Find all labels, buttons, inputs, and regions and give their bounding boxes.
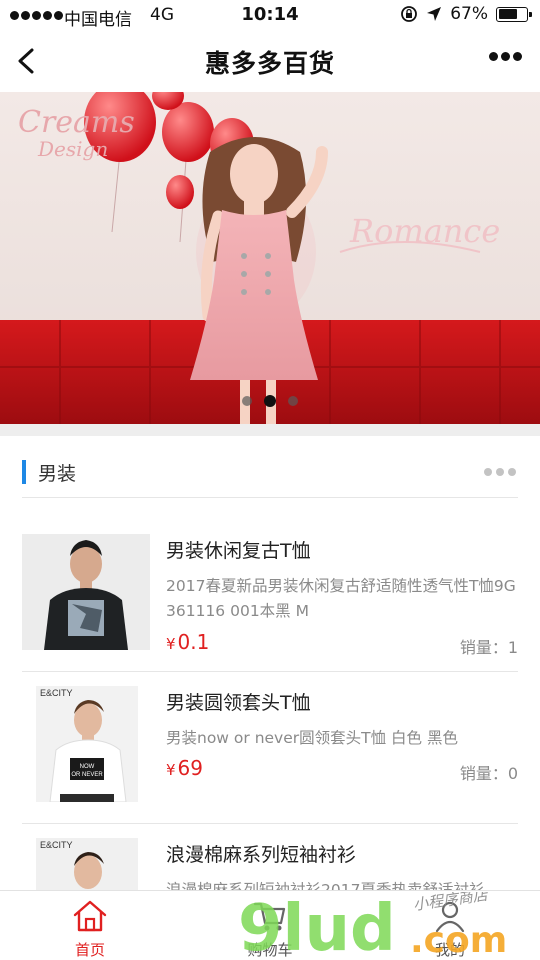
currency-symbol: ¥	[166, 635, 176, 653]
currency-symbol: ¥	[166, 761, 176, 779]
product-description: 男装now or never圆领套头T恤 白色 黑色	[166, 729, 458, 747]
more-dots-icon[interactable]	[489, 52, 522, 61]
carousel-indicator	[0, 395, 540, 407]
tab-label: 首页	[74, 941, 105, 959]
shirt-print-line1: NOW	[80, 764, 95, 770]
tab-label: 我的	[434, 941, 465, 959]
carousel-dot[interactable]	[242, 396, 252, 406]
category-title: 男装	[38, 463, 77, 485]
status-indicators: 67%	[400, 4, 532, 24]
svg-text:Design: Design	[37, 137, 108, 161]
carousel-dot-active[interactable]	[264, 395, 276, 407]
product-price: ¥0.1	[166, 630, 209, 654]
section-divider	[0, 424, 540, 436]
product-name[interactable]: 男装休闲复古T恤	[166, 536, 311, 563]
status-bar: 中国电信 4G 10:14 67%	[0, 0, 540, 30]
banner-carousel[interactable]: Creams Design Romance	[0, 92, 540, 424]
brand-label: E&CITY	[40, 840, 73, 850]
product-thumbnail[interactable]: E&CITY NOW OR NEVER	[36, 686, 138, 802]
home-icon	[73, 900, 107, 932]
cart-icon	[253, 902, 286, 931]
location-arrow-icon	[427, 7, 442, 21]
tab-label: 购物车	[247, 941, 293, 959]
product-sales: 销量：0	[459, 764, 518, 783]
bottom-tab-bar: 首页 购物车 我的	[0, 890, 540, 960]
product-name[interactable]: 男装圆领套头T恤	[166, 688, 311, 715]
product-sales: 销量：1	[459, 638, 518, 657]
user-icon	[435, 901, 465, 933]
product-description: 2017春夏新品男装休闲复古舒适随性透气性T恤9G361116 001本黑 M	[166, 577, 516, 620]
banner-image[interactable]: Creams Design Romance	[0, 92, 540, 424]
product-price: ¥69	[166, 756, 203, 780]
brand-label: E&CITY	[40, 688, 73, 698]
svg-text:Creams: Creams	[18, 105, 135, 140]
shirt-print-line2: OR NEVER	[71, 772, 103, 778]
battery-icon	[496, 6, 532, 22]
lock-rotation-icon	[401, 6, 418, 22]
product-thumbnail[interactable]	[22, 534, 150, 650]
price-value: 69	[177, 756, 203, 780]
page-title: 惠多多百货	[204, 49, 335, 78]
carousel-dot[interactable]	[288, 396, 298, 406]
product-item[interactable]: E&CITY NOW OR NEVER 男装圆领套头T恤 男装now or ne…	[22, 672, 518, 824]
category-header: 男装	[22, 450, 518, 498]
more-dots-icon[interactable]	[484, 468, 516, 476]
navigation-bar: 惠多多百货	[0, 30, 540, 92]
tab-profile[interactable]: 我的	[360, 891, 540, 960]
battery-level	[498, 9, 517, 19]
battery-percent: 67%	[450, 4, 488, 24]
tab-home[interactable]: 首页	[0, 891, 180, 960]
tab-cart[interactable]: 购物车	[180, 891, 360, 960]
product-item[interactable]: 男装休闲复古T恤 2017春夏新品男装休闲复古舒适随性透气性T恤9G361116…	[22, 520, 518, 672]
price-value: 0.1	[177, 630, 210, 654]
product-name[interactable]: 浪漫棉麻系列短袖衬衫	[166, 840, 356, 867]
section-accent-bar	[22, 460, 26, 484]
